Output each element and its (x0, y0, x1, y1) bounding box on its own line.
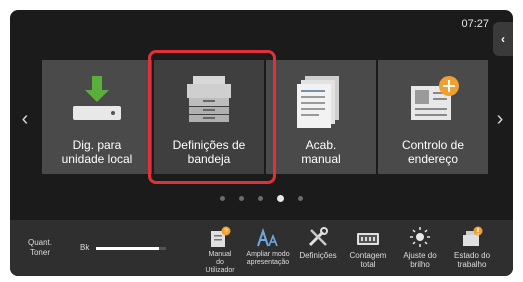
tile-label-line1: Acab. (305, 138, 337, 152)
job-status-icon (448, 224, 496, 248)
quick-label: apresentação (246, 259, 290, 266)
counter-icon (344, 224, 392, 248)
device-frame: 07:27 ‹ ‹ › Dig. para unidade local Defi… (0, 0, 523, 282)
brightness-icon (396, 224, 444, 248)
selection-highlight (148, 50, 276, 184)
tile-label-line2: unidade local (61, 152, 133, 166)
tile-label-line1: Controlo de (401, 138, 465, 152)
bottom-bar: Quant. Toner Bk ? Manual do Utilizador A… (10, 220, 513, 276)
chevron-left-icon: ‹ (21, 107, 29, 130)
page-dot[interactable] (258, 196, 263, 201)
page-dot[interactable] (298, 196, 303, 201)
quick-label: Manual (208, 251, 232, 258)
tile-manual-finishing[interactable]: Acab. manual (266, 60, 376, 174)
toner-level-bar (96, 247, 166, 250)
scroll-left-button[interactable]: ‹ (16, 105, 34, 133)
manual-icon: ? (196, 224, 244, 248)
page-dot[interactable] (239, 196, 244, 201)
page-indicator (10, 195, 513, 202)
quick-label: Contagem (349, 251, 387, 260)
toner-level-fill (96, 247, 159, 250)
quick-label: brilho (410, 260, 430, 269)
quick-label: Utilizador (205, 267, 235, 274)
page-dot[interactable] (220, 196, 225, 201)
home-screen: 07:27 ‹ ‹ › Dig. para unidade local Defi… (10, 10, 513, 276)
side-panel-toggle[interactable]: ‹ (493, 22, 513, 56)
page-dot-active[interactable] (277, 195, 284, 202)
quick-enlarge-display[interactable]: Ampliar modo apresentação (244, 224, 292, 274)
toner-color-label: Bk (80, 243, 90, 252)
documents-icon (266, 74, 376, 130)
quick-label: Estado do (453, 251, 491, 260)
tile-label-line1: Dig. para (72, 138, 122, 152)
toner-label-line1: Quant. (27, 238, 52, 247)
quick-brightness[interactable]: Ajuste do brilho (396, 224, 444, 274)
tile-label-line2: endereço (407, 152, 459, 166)
address-book-icon (378, 74, 488, 130)
clock: 07:27 (461, 18, 489, 30)
tile-scan-to-local-drive[interactable]: Dig. para unidade local (42, 60, 152, 174)
quick-user-manual[interactable]: ? Manual do Utilizador (196, 224, 244, 274)
toner-indicator[interactable]: Quant. Toner Bk (20, 238, 170, 270)
quick-settings[interactable]: Definições (294, 224, 342, 274)
chevron-right-icon: › (496, 107, 504, 130)
quick-total-count[interactable]: Contagem total (344, 224, 392, 274)
font-size-icon (244, 224, 292, 248)
quick-label: do (216, 259, 224, 266)
quick-label: total (360, 260, 376, 269)
quick-label: Definições (299, 251, 337, 260)
tile-address-control[interactable]: Controlo de endereço (378, 60, 488, 174)
quick-label: Ajuste do (403, 251, 437, 260)
svg-text:?: ? (224, 229, 228, 236)
quick-label: trabalho (457, 260, 487, 269)
tile-label-line2: manual (301, 152, 341, 166)
tools-icon (294, 224, 342, 248)
toner-label-line2: Toner (29, 248, 50, 257)
quick-label: Ampliar modo (246, 251, 290, 258)
download-icon (42, 74, 152, 126)
scroll-right-button[interactable]: › (491, 105, 509, 133)
quick-job-status[interactable]: Estado do trabalho (448, 224, 496, 274)
chevron-left-icon: ‹ (501, 32, 505, 46)
